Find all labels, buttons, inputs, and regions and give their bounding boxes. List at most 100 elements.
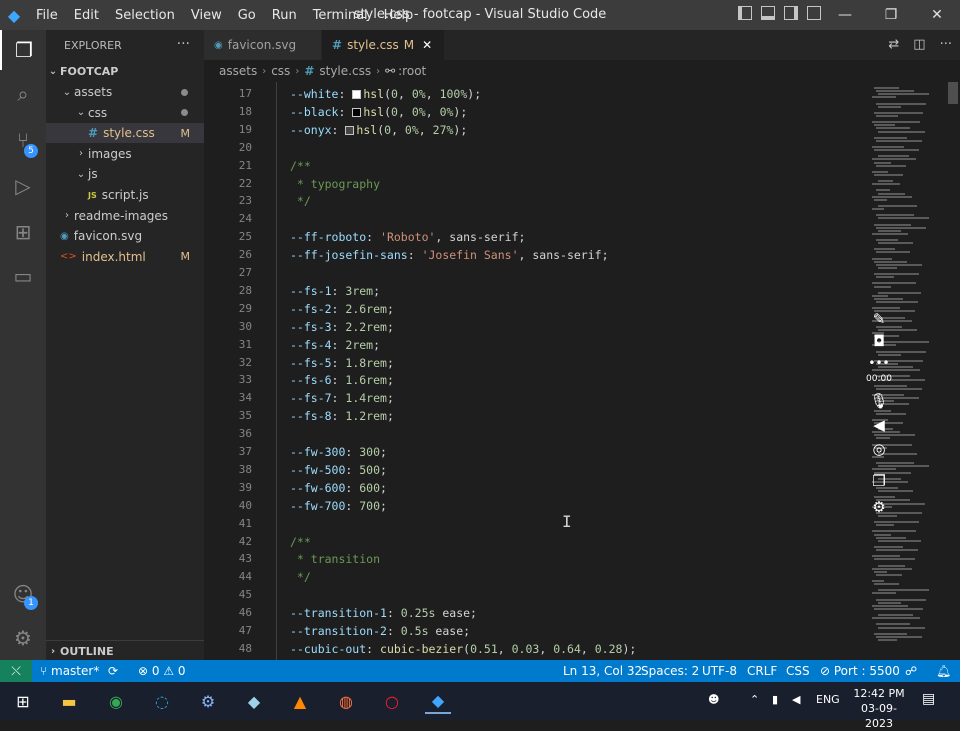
code-line[interactable]: 24 — [204, 210, 866, 228]
settings-gear-icon[interactable]: ⚙ — [0, 618, 46, 658]
pen-icon[interactable]: ✎ — [864, 310, 894, 328]
run-debug-icon[interactable]: ▷ — [0, 166, 46, 206]
tree-item[interactable]: # style.css M — [46, 123, 204, 144]
code-line[interactable]: 37 --fw-300: 300; — [204, 443, 866, 461]
cursor-position[interactable]: Ln 13, Col 32 — [563, 664, 642, 678]
menu-edit[interactable]: Edit — [66, 8, 107, 23]
notification-center-icon[interactable]: ▤ — [922, 691, 935, 707]
code-line[interactable]: 48 --cubic-out: cubic-bezier(0.51, 0.03, … — [204, 640, 866, 658]
breadcrumb-css[interactable]: css — [271, 64, 290, 78]
tab-favicon-svg[interactable]: ◉ favicon.svg — [204, 30, 321, 60]
menu-view[interactable]: View — [183, 8, 230, 23]
vlc-icon[interactable]: ▲ — [287, 688, 313, 714]
speaker-icon[interactable]: ◀ — [864, 416, 894, 434]
tree-item[interactable]: ⌄ css — [46, 103, 204, 123]
breadcrumb-assets[interactable]: assets — [219, 64, 257, 78]
menu-run[interactable]: Run — [264, 8, 305, 23]
app-icon[interactable]: ⚙ — [195, 688, 221, 714]
code-line[interactable]: 43 * transition — [204, 550, 866, 568]
explorer-more-icon[interactable]: ··· — [177, 36, 190, 52]
system-clock[interactable]: 12:42 PM 03-09-2023 — [852, 686, 906, 731]
indentation[interactable]: Spaces: 2 — [641, 664, 699, 678]
menu-file[interactable]: File — [28, 8, 66, 23]
tree-item[interactable]: <> index.html M — [46, 247, 204, 267]
code-line[interactable]: 35 --fs-8: 1.2rem; — [204, 407, 866, 425]
more-dots-icon[interactable]: ••• — [864, 356, 894, 370]
code-line[interactable]: 28 --fs-1: 3rem; — [204, 282, 866, 300]
code-line[interactable]: 34 --fs-7: 1.4rem; — [204, 389, 866, 407]
compare-changes-icon[interactable]: ⇄ — [888, 37, 899, 52]
tree-item[interactable]: ◉ favicon.svg — [46, 226, 204, 246]
minimap[interactable] — [866, 82, 946, 660]
tree-item[interactable]: ⌄ js — [46, 164, 204, 184]
code-line[interactable]: 20 — [204, 139, 866, 157]
code-line[interactable]: 22 * typography — [204, 175, 866, 193]
code-line[interactable]: 31 --fs-4: 2rem; — [204, 336, 866, 354]
vscode-taskbar-icon[interactable]: ◆ — [425, 688, 451, 714]
menu-selection[interactable]: Selection — [107, 8, 183, 23]
more-actions-icon[interactable]: ··· — [940, 37, 952, 52]
windows-start-icon[interactable]: ⊞ — [10, 688, 36, 714]
tree-item[interactable]: › images — [46, 144, 204, 164]
outline-section[interactable]: › OUTLINE — [46, 640, 204, 661]
breadcrumb-file[interactable]: style.css — [319, 64, 371, 78]
branch-indicator[interactable]: ⑂ master* — [40, 664, 99, 678]
code-line[interactable]: 26 --ff-josefin-sans: 'Josefin Sans', san… — [204, 246, 866, 264]
opera-icon[interactable]: ○ — [379, 688, 405, 714]
menu-go[interactable]: Go — [230, 8, 264, 23]
folder-root[interactable]: ⌄ FOOTCAP — [46, 61, 204, 81]
show-hidden-icons[interactable]: ⌃ — [750, 693, 759, 706]
webcam-icon[interactable]: ◎ — [864, 440, 894, 458]
feedback-icon[interactable]: ☍ — [905, 664, 917, 678]
code-line[interactable]: 38 --fw-500: 500; — [204, 461, 866, 479]
people-icon[interactable]: ☻ — [708, 693, 719, 706]
code-line[interactable]: 19 --onyx: hsl(0, 0%, 27%); — [204, 121, 866, 139]
toggle-secondary-sidebar-icon[interactable] — [784, 6, 798, 20]
edge-icon[interactable]: ◌ — [149, 688, 175, 714]
tab-style-css[interactable]: # style.css M ✕ — [322, 30, 444, 60]
code-line[interactable]: 23 */ — [204, 192, 866, 210]
code-line[interactable]: 25 --ff-roboto: 'Roboto', sans-serif; — [204, 228, 866, 246]
code-line[interactable]: 30 --fs-3: 2.2rem; — [204, 318, 866, 336]
line-ending[interactable]: CRLF — [747, 664, 777, 678]
restore-icon[interactable]: ❐ — [868, 0, 914, 30]
code-line[interactable]: 36 — [204, 425, 866, 443]
editor-scrollbar[interactable] — [946, 82, 960, 660]
remote-explorer-icon[interactable]: ▭ — [0, 256, 46, 296]
minimize-icon[interactable]: — — [822, 0, 868, 30]
camera-icon[interactable]: ◘ — [864, 332, 894, 350]
customize-layout-icon[interactable] — [807, 6, 821, 20]
remote-indicator-icon[interactable]: ⤬ — [0, 660, 32, 682]
tree-item[interactable]: › readme-images — [46, 206, 204, 226]
code-line[interactable]: 21 /** — [204, 157, 866, 175]
code-line[interactable]: 27 — [204, 264, 866, 282]
menu-terminal[interactable]: Terminal — [305, 8, 376, 23]
toggle-panel-icon[interactable] — [761, 6, 775, 20]
accounts-icon[interactable]: ☺ 1 — [0, 574, 46, 614]
toggle-primary-sidebar-icon[interactable] — [738, 6, 752, 20]
code-line[interactable]: 32 --fs-5: 1.8rem; — [204, 354, 866, 372]
search-icon[interactable]: ⌕ — [0, 74, 46, 114]
close-window-icon[interactable]: ✕ — [914, 0, 960, 30]
code-line[interactable]: 42 /** — [204, 533, 866, 551]
color-swatch-icon[interactable] — [345, 125, 355, 135]
volume-icon[interactable]: ◀ — [792, 693, 800, 706]
code-line[interactable]: 41 — [204, 515, 866, 533]
sync-icon[interactable]: ⟳ — [108, 664, 118, 678]
source-control-icon[interactable]: ⑂ 5 — [0, 120, 46, 160]
code-line[interactable]: 29 --fs-2: 2.6rem; — [204, 300, 866, 318]
microphone-icon[interactable]: 🎙︎ — [864, 392, 894, 410]
language-mode[interactable]: CSS — [786, 664, 810, 678]
code-line[interactable]: 17 --white: hsl(0, 0%, 100%); — [204, 85, 866, 103]
scrollbar-thumb[interactable] — [948, 82, 958, 104]
code-line[interactable]: 33 --fs-6: 1.6rem; — [204, 371, 866, 389]
recorder-settings-icon[interactable]: ⚙ — [864, 498, 894, 516]
live-server-port[interactable]: ⊘ Port : 5500 — [820, 664, 900, 678]
window-capture-icon[interactable]: ❐ — [864, 472, 894, 490]
notes-app-icon[interactable]: ◆ — [241, 688, 267, 714]
firefox-icon[interactable]: ◍ — [333, 688, 359, 714]
split-editor-icon[interactable]: ◫ — [913, 37, 925, 52]
color-swatch-icon[interactable] — [352, 90, 362, 99]
color-swatch-icon[interactable] — [352, 107, 362, 117]
explorer-icon[interactable]: ❐ — [0, 30, 46, 70]
